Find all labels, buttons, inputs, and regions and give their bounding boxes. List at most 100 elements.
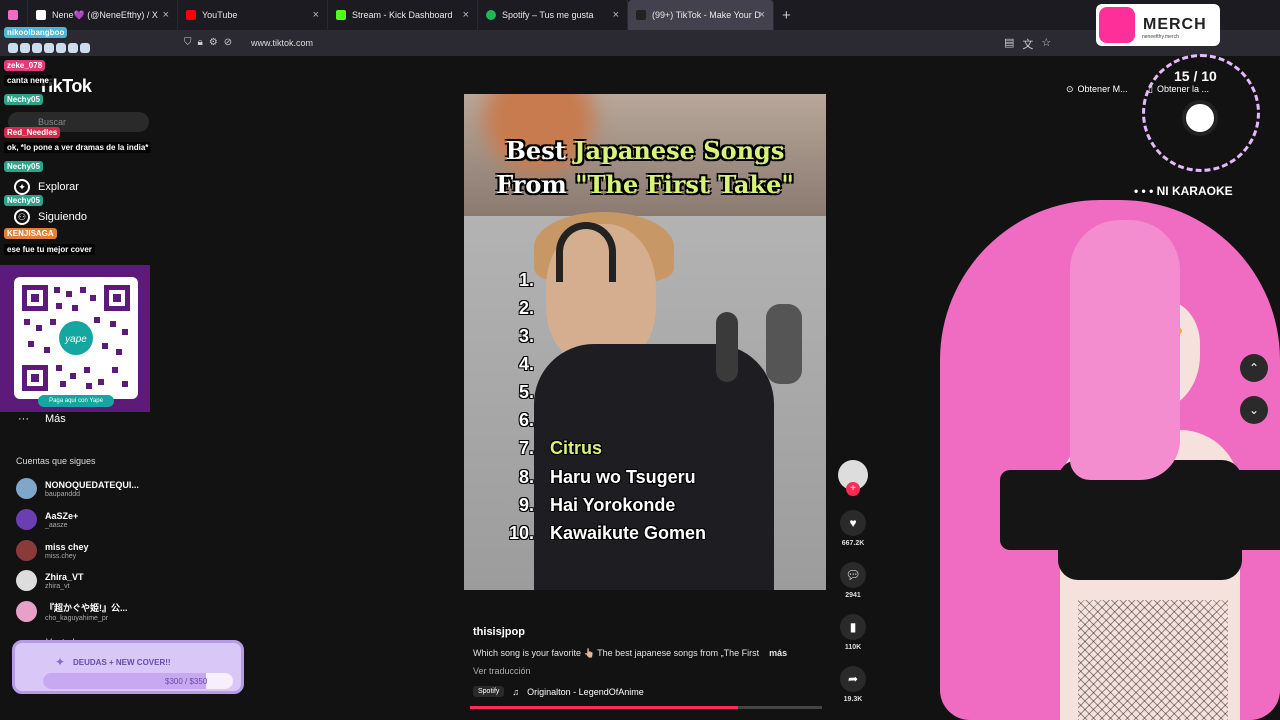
share-count: 19.3K bbox=[843, 696, 863, 703]
more-button[interactable]: ··· Más bbox=[18, 413, 66, 425]
account-name: 『超かぐや姫!』公... bbox=[45, 603, 128, 613]
headphone-icon bbox=[556, 222, 616, 282]
tab-tiktok[interactable]: (99+) TikTok - Make Your D × bbox=[628, 0, 774, 30]
close-tab-icon[interactable]: × bbox=[613, 9, 619, 21]
microphone-icon bbox=[716, 312, 738, 382]
following-account[interactable]: 『超かぐや姫!』公... cho_kaguyahime_pr bbox=[16, 601, 128, 622]
title-highlight: Japanese Songs bbox=[574, 136, 785, 165]
tab-youtube[interactable]: YouTube × bbox=[178, 0, 328, 30]
title-text: Best bbox=[505, 136, 575, 165]
screen: Nene💜 (@NeneEfthy) / X × YouTube × Strea… bbox=[0, 0, 1280, 720]
emote-icon bbox=[32, 43, 42, 53]
video-caption: Which song is your favorite 👆🏼 The best … bbox=[473, 648, 787, 659]
svg-text:yape: yape bbox=[64, 334, 87, 345]
video-player[interactable]: Best Japanese Songs From "The First Take… bbox=[464, 94, 826, 590]
nav-explore[interactable]: ✦ Explorar bbox=[14, 179, 79, 195]
account-name: Zhira_VT bbox=[45, 571, 84, 582]
tab-x[interactable]: Nene💜 (@NeneEfthy) / X × bbox=[28, 0, 178, 30]
merch-subtext: neneefthy.merch bbox=[1142, 34, 1179, 40]
vtuber-hair-front bbox=[1070, 220, 1180, 480]
shield-icon[interactable]: ⛉ bbox=[184, 37, 192, 48]
avatar bbox=[16, 570, 37, 591]
following-account[interactable]: NONOQUEDATEQUI... baupanddd bbox=[16, 478, 139, 499]
pinned-tab-icon bbox=[8, 10, 18, 20]
tab-label: (99+) TikTok - Make Your D bbox=[652, 10, 761, 20]
tracking-icon[interactable]: ⊘ bbox=[224, 37, 232, 48]
list-item: 8. Haru wo Tsugeru bbox=[518, 467, 696, 487]
music-title[interactable]: Originalton - LegendOfAnime bbox=[527, 687, 644, 697]
chat-username: Nechy05 bbox=[4, 94, 43, 105]
close-tab-icon[interactable]: × bbox=[163, 9, 169, 21]
save-button[interactable]: ▮ 110K bbox=[838, 614, 868, 651]
chat-message: ese fue tu mejor cover bbox=[4, 244, 95, 255]
list-item: 1. bbox=[518, 270, 534, 290]
lock-icon[interactable]: 🔒︎ bbox=[198, 37, 203, 48]
avatar bbox=[16, 478, 37, 499]
avatar bbox=[16, 601, 37, 622]
list-item: 6. bbox=[518, 410, 534, 430]
browser-tab-bar: Nene💜 (@NeneEfthy) / X × YouTube × Strea… bbox=[0, 0, 1280, 30]
emote-icon bbox=[8, 43, 18, 53]
bookmark-star-icon[interactable]: ☆ bbox=[1041, 36, 1051, 52]
video-author[interactable]: thisisjpop bbox=[473, 626, 525, 638]
more-label: Más bbox=[45, 413, 66, 425]
new-tab-button[interactable]: + bbox=[782, 7, 791, 24]
chat-username: Nechy05 bbox=[4, 161, 43, 172]
compass-icon: ✦ bbox=[14, 179, 30, 195]
address-field[interactable]: www.tiktok.com bbox=[251, 38, 313, 48]
comment-button[interactable]: 💬︎ 2941 bbox=[838, 562, 868, 599]
get-app-button[interactable]: ⊙ Obtener M... bbox=[1066, 80, 1128, 98]
list-item: 5. bbox=[518, 382, 534, 402]
following-icon: ⚇ bbox=[14, 209, 30, 225]
video-progress-bar[interactable] bbox=[470, 706, 822, 709]
donation-goal-widget: ✦ DEUDAS + NEW COVER!! $300 / $350 bbox=[12, 640, 244, 694]
caption-more-link[interactable]: más bbox=[769, 648, 787, 658]
avatar bbox=[16, 540, 37, 561]
translate-link[interactable]: Ver traducción bbox=[473, 666, 531, 676]
following-account[interactable]: Zhira_VT zhira_vt bbox=[16, 570, 84, 591]
following-account[interactable]: miss chey miss.chey bbox=[16, 540, 89, 561]
qr-caption: Paga aquí con Yape bbox=[38, 395, 114, 407]
tab-label: Nene💜 (@NeneEfthy) / X bbox=[52, 9, 158, 20]
video-title-line2: From "The First Take" bbox=[464, 170, 826, 199]
caption-text: Which song is your favorite 👆🏼 The best … bbox=[473, 648, 760, 658]
chat-message: canta nene bbox=[4, 75, 52, 86]
close-tab-icon[interactable]: × bbox=[463, 9, 469, 21]
url-icons: ⛉ 🔒︎ ⚙ ⊘ bbox=[184, 37, 232, 48]
get-app-label: Obtener M... bbox=[1077, 84, 1128, 94]
tab-kick[interactable]: Stream - Kick Dashboard × bbox=[328, 0, 478, 30]
close-tab-icon[interactable]: × bbox=[313, 9, 319, 21]
merch-banner[interactable]: MERCH neneefthy.merch bbox=[1096, 4, 1220, 46]
translate-icon[interactable]: 文 bbox=[1022, 36, 1033, 52]
vtuber-fishnet bbox=[1078, 600, 1228, 720]
tab-pinned[interactable] bbox=[0, 0, 28, 30]
emote-icon bbox=[80, 43, 90, 53]
list-item: 7. Citrus bbox=[518, 438, 603, 458]
share-icon: ➦ bbox=[840, 666, 866, 692]
nav-following[interactable]: ⚇ Siguiendo bbox=[14, 209, 87, 225]
spotify-pill[interactable]: Spotify bbox=[473, 686, 505, 697]
close-tab-icon[interactable]: × bbox=[759, 9, 765, 21]
goal-value: $300 / $350 bbox=[165, 677, 208, 686]
chat-username: Red_Needles bbox=[4, 127, 61, 138]
following-account[interactable]: AaSZe+ _aasze bbox=[16, 509, 78, 530]
reader-view-icon[interactable]: ▤ bbox=[1004, 36, 1014, 52]
list-item: 4. bbox=[518, 354, 534, 374]
emote-icon bbox=[44, 43, 54, 53]
previous-video-button[interactable]: ⌃ bbox=[1240, 354, 1268, 382]
account-handle: cho_kaguyahime_pr bbox=[45, 615, 109, 622]
qr-code: yape bbox=[14, 277, 138, 399]
permissions-icon[interactable]: ⚙ bbox=[209, 37, 218, 48]
follow-plus-icon[interactable]: + bbox=[846, 482, 860, 496]
comment-icon: 💬︎ bbox=[840, 562, 866, 588]
like-button[interactable]: ♥ 667.2K bbox=[838, 510, 868, 547]
url-right-icons: ▤ 文 ☆ bbox=[1004, 36, 1051, 52]
song-counter: 15 / 10 bbox=[1174, 68, 1217, 84]
kick-icon bbox=[336, 10, 346, 20]
share-button[interactable]: ➦ 19.3K bbox=[838, 666, 868, 703]
next-video-button[interactable]: ⌄ bbox=[1240, 396, 1268, 424]
list-item: 10. Kawaikute Gomen bbox=[508, 523, 707, 543]
tab-spotify[interactable]: Spotify – Tus me gusta × bbox=[478, 0, 628, 30]
save-count: 110K bbox=[844, 644, 862, 651]
account-handle: _aasze bbox=[45, 521, 68, 529]
